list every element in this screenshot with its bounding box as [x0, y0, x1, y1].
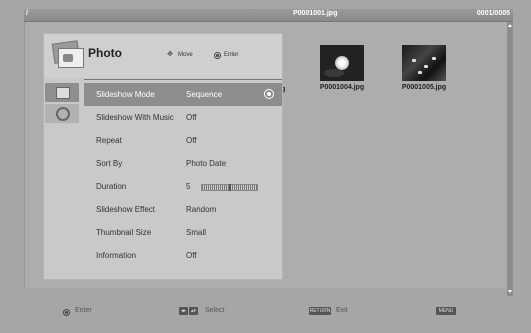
- menu-item-label: Slideshow Mode: [96, 90, 155, 99]
- menu-item-value: Off: [186, 113, 197, 122]
- menu-item-value: Sequence: [186, 90, 223, 99]
- scroll-up-icon[interactable]: [508, 24, 512, 27]
- photo-thumbnail-image: [320, 45, 364, 81]
- duration-slider-knob[interactable]: [228, 184, 231, 191]
- scroll-down-icon[interactable]: [508, 290, 512, 293]
- photo-settings-icon: [56, 87, 70, 99]
- menu-item-value: Random: [186, 205, 217, 214]
- duration-slider[interactable]: [201, 184, 258, 191]
- menu-item-sort-by[interactable]: Sort By Photo Date: [84, 152, 282, 175]
- photo-icon: [51, 40, 84, 68]
- photo-options-popup: Photo ✥ Move Enter Slideshow Mode Sequen…: [43, 33, 283, 280]
- thumbnail-item[interactable]: P0001004.jpg: [312, 45, 372, 91]
- menu-item-slideshow-with-music[interactable]: Slideshow With Music Off: [84, 106, 282, 129]
- menu-item-value: Small: [186, 228, 207, 237]
- hint-enter: Enter: [224, 52, 239, 58]
- menu-item-information[interactable]: Information Off: [84, 244, 282, 267]
- title-bar: / P0001001.jpg 0001/0005: [24, 9, 513, 22]
- enter-key-icon: [63, 309, 70, 316]
- menu-item-slideshow-effect[interactable]: Slideshow Effect Random: [84, 198, 282, 221]
- menu-item-slideshow-mode[interactable]: Slideshow Mode Sequence: [84, 83, 282, 106]
- popup-header: Photo ✥ Move Enter: [44, 34, 282, 78]
- menu-item-label: Thumbnail Size: [96, 228, 152, 237]
- menu-item-label: Sort By: [96, 159, 123, 168]
- popup-title: Photo: [88, 46, 122, 60]
- thumbnail-label: P0001004.jpg: [319, 84, 365, 91]
- up-down-key-icon: ▴▾: [189, 307, 198, 315]
- menu-item-label: Slideshow Effect: [96, 205, 155, 214]
- side-tab-music[interactable]: [45, 104, 79, 123]
- menu-item-value: 5: [186, 182, 191, 191]
- current-filename: P0001001.jpg: [293, 10, 338, 17]
- side-tab-photo[interactable]: [45, 83, 79, 102]
- menu-item-label: Slideshow With Music: [96, 113, 174, 122]
- menu-item-label: Repeat: [96, 136, 122, 145]
- menu-item-duration[interactable]: Duration 5: [84, 175, 282, 198]
- menu-item-label: Information: [96, 251, 137, 260]
- disc-icon: [56, 107, 70, 121]
- scrollbar[interactable]: [507, 22, 513, 296]
- menu-item-value: Photo Date: [186, 159, 227, 168]
- selected-radio-icon: [264, 89, 274, 99]
- menu-item-thumbnail-size[interactable]: Thumbnail Size Small: [84, 221, 282, 244]
- side-tabs: [45, 83, 79, 123]
- menu-key-icon: MENU: [436, 307, 456, 315]
- thumbnail-item[interactable]: P0001005.jpg: [394, 45, 454, 91]
- left-right-key-icon: ◂▸: [179, 307, 188, 315]
- move-icon: ✥: [167, 51, 173, 58]
- thumbnail-label: P0001005.jpg: [401, 84, 447, 91]
- file-counter: 0001/0005: [476, 10, 510, 17]
- hint-move: Move: [178, 52, 193, 58]
- photo-thumbnail-image: [402, 45, 446, 81]
- options-menu: Slideshow Mode Sequence Slideshow With M…: [84, 83, 282, 267]
- key-guide-bar: Enter ◂▸ ▴▾ Select RETURN Exit MENU: [0, 302, 531, 322]
- menu-item-repeat[interactable]: Repeat Off: [84, 129, 282, 152]
- return-key-icon: RETURN: [309, 307, 331, 315]
- menu-item-value: Off: [186, 136, 197, 145]
- enter-icon: [214, 52, 221, 59]
- menu-item-label: Duration: [96, 182, 127, 191]
- guide-select: Select: [205, 307, 225, 314]
- header-divider: [84, 79, 282, 80]
- guide-enter: Enter: [75, 307, 92, 314]
- menu-item-value: Off: [186, 251, 197, 260]
- path-root: /: [26, 10, 28, 17]
- guide-exit: Exit: [336, 307, 348, 314]
